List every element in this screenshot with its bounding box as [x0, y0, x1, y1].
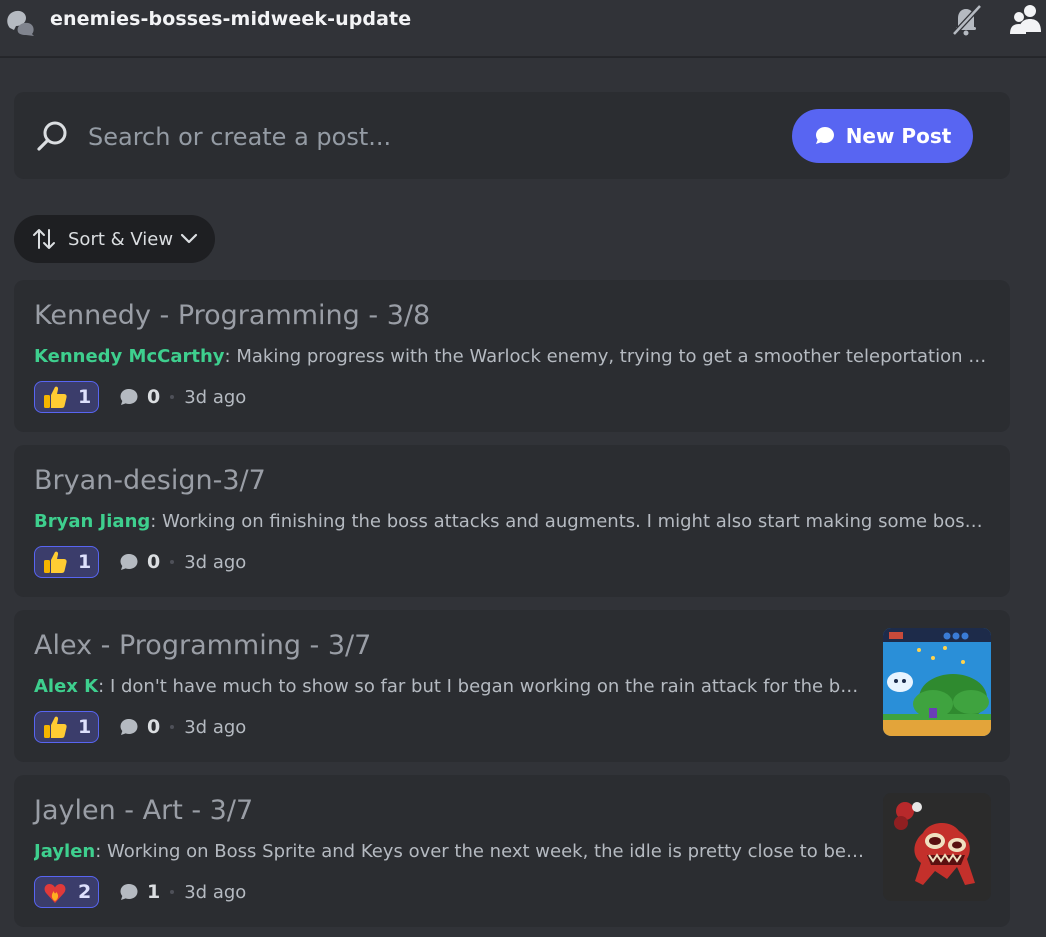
post-preview-text: I don't have much to show so far but I b… — [104, 676, 864, 697]
comment-count: 0 — [147, 716, 161, 738]
post-timestamp: 3d ago — [184, 551, 247, 573]
separator-dot — [170, 395, 175, 399]
comment-count-group: 0 — [119, 716, 160, 738]
comment-count-group: 0 — [119, 386, 160, 408]
post-timestamp: 3d ago — [184, 716, 247, 738]
post-meta: 1 0 3d ago — [34, 380, 246, 414]
post-title: Bryan-design-3/7 — [34, 465, 266, 496]
comment-count: 0 — [147, 386, 161, 408]
post-author: Kennedy McCarthy — [34, 346, 225, 367]
reaction-count: 2 — [78, 881, 92, 903]
post-thumbnail-boss-sprite[interactable] — [883, 793, 991, 901]
sort-view-button[interactable]: Sort & View — [14, 215, 215, 263]
search-icon — [37, 121, 67, 151]
comment-icon — [120, 719, 138, 735]
post-title: Kennedy - Programming - 3/8 — [34, 300, 431, 331]
channel-header: enemies-bosses-midweek-update — [0, 0, 1046, 57]
reaction-count: 1 — [78, 551, 92, 573]
post-title: Jaylen - Art - 3/7 — [34, 795, 254, 826]
sort-view-label: Sort & View — [68, 228, 174, 250]
post-meta: 1 0 3d ago — [34, 545, 246, 579]
chat-bubble-icon — [815, 127, 834, 144]
post-preview: Alex K: I don't have much to show so far… — [34, 676, 864, 697]
search-bar: New Post — [14, 92, 1010, 179]
post-timestamp: 3d ago — [184, 386, 247, 408]
reaction-button[interactable]: 1 — [34, 546, 99, 578]
post-preview: Kennedy McCarthy: Making progress with t… — [34, 346, 990, 367]
fire-heart-icon — [44, 884, 66, 903]
post-preview: Jaylen: Working on Boss Sprite and Keys … — [34, 841, 864, 862]
search-input[interactable] — [86, 118, 740, 156]
post-thumbnail-game-screenshot[interactable] — [883, 628, 991, 736]
separator-dot — [170, 725, 175, 729]
reaction-count: 1 — [78, 386, 92, 408]
reaction-button[interactable]: 1 — [34, 381, 99, 413]
new-post-label: New Post — [845, 124, 952, 148]
post-timestamp: 3d ago — [184, 881, 247, 903]
post-author: Bryan Jiang — [34, 511, 151, 532]
comment-count-group: 1 — [119, 881, 160, 903]
post-author: Jaylen — [34, 841, 96, 862]
post-preview-text: Working on Boss Sprite and Keys over the… — [101, 841, 864, 862]
channel-name: enemies-bosses-midweek-update — [50, 8, 412, 30]
reaction-button[interactable]: 1 — [34, 711, 99, 743]
comment-icon — [120, 554, 138, 570]
thumbs-up-icon — [44, 386, 67, 408]
post-preview-text: Making progress with the Warlock enemy, … — [230, 346, 990, 367]
post-card[interactable]: Bryan-design-3/7 Bryan Jiang: Working on… — [14, 445, 1010, 597]
comment-count-group: 0 — [119, 551, 160, 573]
post-preview-text: Working on finishing the boss attacks an… — [156, 511, 990, 532]
post-author: Alex K — [34, 676, 99, 697]
post-meta: 2 1 3d ago — [34, 875, 246, 909]
thumbs-up-icon — [44, 551, 67, 573]
post-meta: 1 0 3d ago — [34, 710, 246, 744]
thumbs-up-icon — [44, 716, 67, 738]
post-title: Alex - Programming - 3/7 — [34, 630, 372, 661]
post-card[interactable]: Jaylen - Art - 3/7 Jaylen: Working on Bo… — [14, 775, 1010, 927]
comment-icon — [120, 389, 138, 405]
members-icon[interactable] — [1008, 2, 1044, 38]
comment-count: 1 — [147, 881, 161, 903]
comment-icon — [120, 884, 138, 900]
notifications-muted-icon[interactable] — [948, 2, 984, 38]
chevron-down-icon — [180, 233, 198, 244]
separator-dot — [170, 890, 175, 894]
reaction-count: 1 — [78, 716, 92, 738]
separator-dot — [170, 560, 175, 564]
post-card[interactable]: Alex - Programming - 3/7 Alex K: I don't… — [14, 610, 1010, 762]
sort-arrows-icon — [33, 229, 55, 249]
new-post-button[interactable]: New Post — [792, 109, 973, 163]
post-card[interactable]: Kennedy - Programming - 3/8 Kennedy McCa… — [14, 280, 1010, 432]
post-preview: Bryan Jiang: Working on finishing the bo… — [34, 511, 990, 532]
forum-icon — [7, 10, 34, 36]
reaction-button[interactable]: 2 — [34, 876, 99, 908]
comment-count: 0 — [147, 551, 161, 573]
